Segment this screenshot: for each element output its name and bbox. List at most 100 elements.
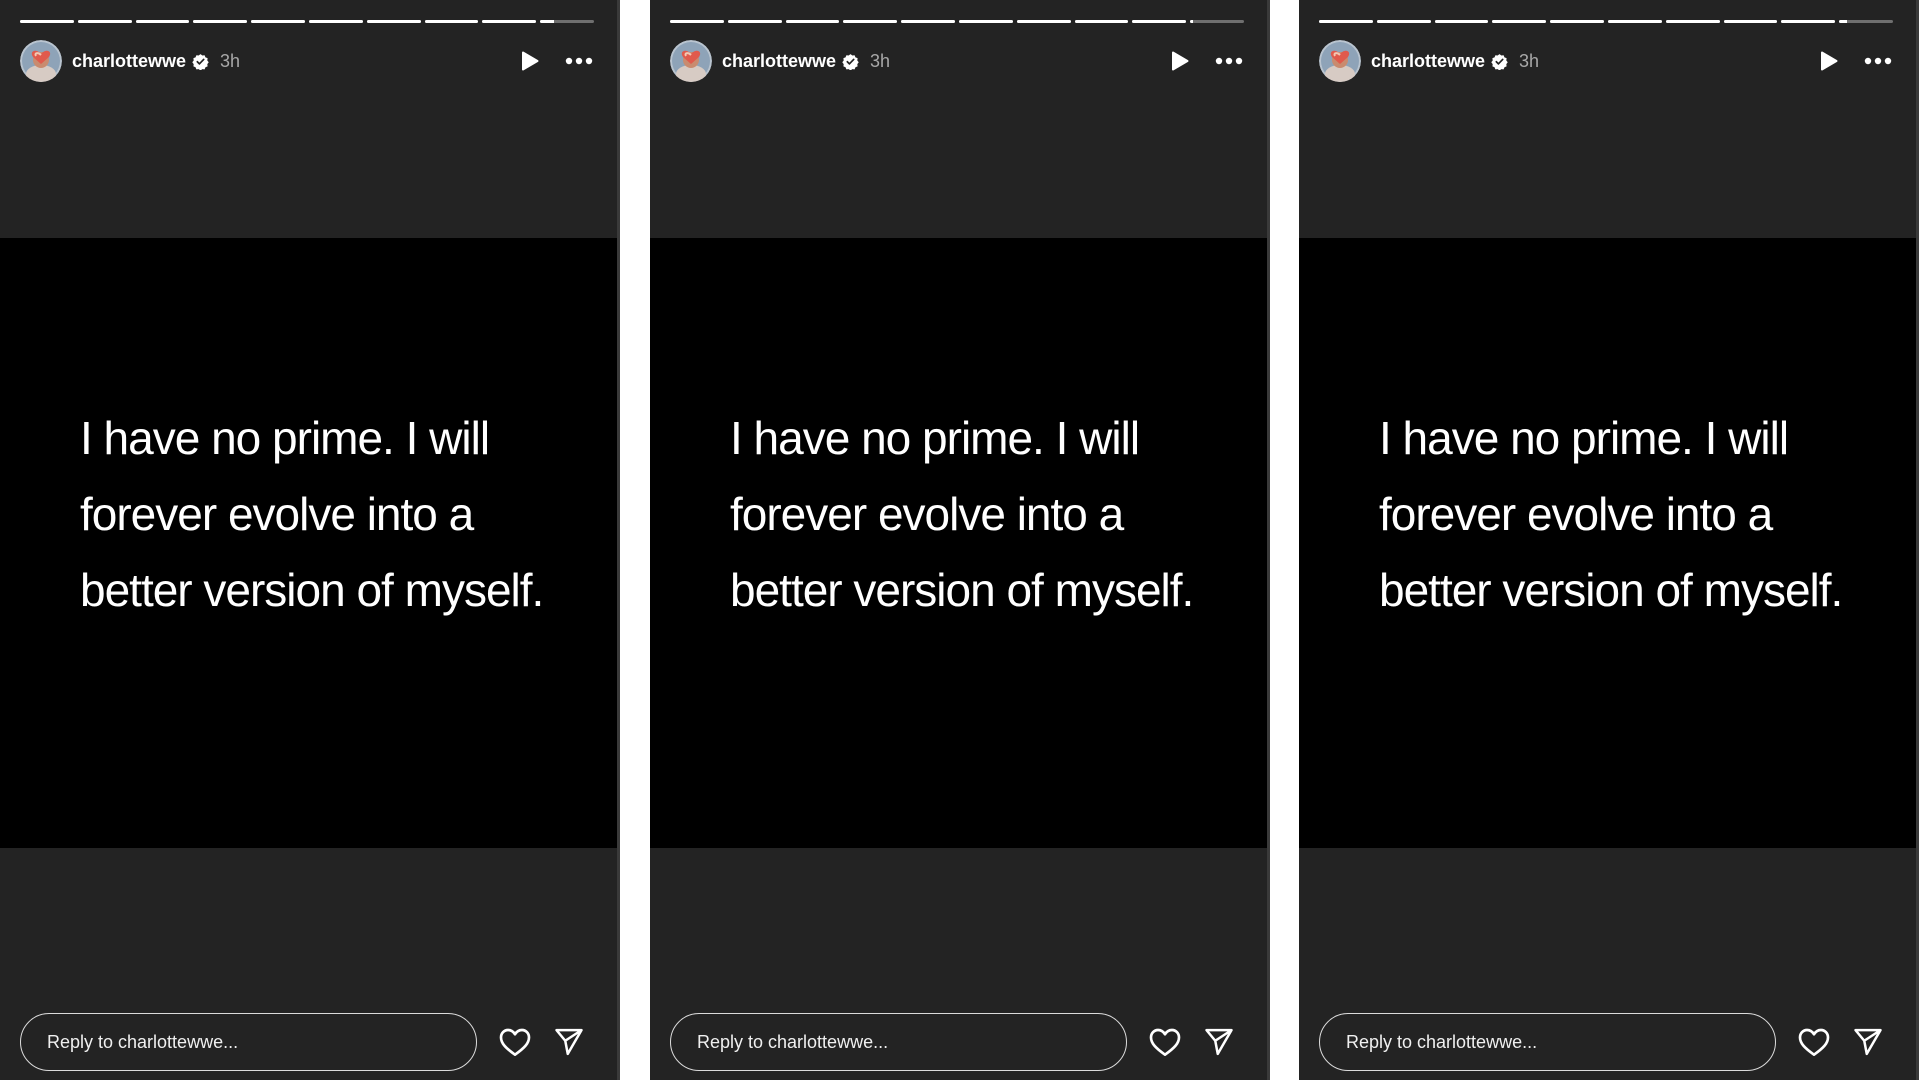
username[interactable]: charlottewwe (1371, 51, 1485, 72)
play-button[interactable] (1817, 49, 1841, 73)
progress-segment (424, 20, 479, 23)
progress-segment-fill (366, 20, 421, 23)
progress-segment (727, 20, 782, 23)
progress-segment (1723, 20, 1778, 23)
story-media[interactable]: I have no prime. I will forever evolve i… (0, 238, 617, 848)
story-panel-1[interactable]: charlottewwe 3h I have no prime. I will … (0, 0, 620, 1080)
play-button[interactable] (1168, 49, 1192, 73)
more-options-button[interactable] (564, 49, 594, 73)
share-button[interactable] (551, 1024, 587, 1060)
progress-segment-fill (77, 20, 132, 23)
progress-segment (251, 20, 305, 23)
avatar[interactable] (20, 40, 62, 82)
play-icon (522, 51, 539, 71)
progress-segment-fill (1319, 20, 1373, 23)
progress-segment (308, 20, 363, 23)
more-options-icon (565, 57, 593, 65)
progress-segment-fill (1550, 20, 1604, 23)
more-options-button[interactable] (1863, 49, 1893, 73)
story-footer (670, 1012, 1244, 1072)
progress-segment (366, 20, 421, 23)
progress-segment (1665, 20, 1720, 23)
like-button[interactable] (1147, 1024, 1183, 1060)
progress-segment (1839, 20, 1893, 23)
story-viewer-comparison: charlottewwe 3h I have no prime. I will … (0, 0, 1920, 1080)
username[interactable]: charlottewwe (72, 51, 186, 72)
progress-segment-fill (1190, 20, 1193, 23)
progress-segment (20, 20, 74, 23)
reply-input[interactable] (670, 1013, 1127, 1071)
panel-edge (617, 0, 620, 1080)
post-time: 3h (870, 50, 891, 71)
story-progress-bar (20, 20, 594, 23)
post-time: 3h (1519, 50, 1540, 71)
story-footer (1319, 1012, 1893, 1072)
progress-segment (1781, 20, 1836, 23)
progress-segment-fill (424, 20, 479, 23)
reply-input[interactable] (20, 1013, 477, 1071)
story-text: I have no prime. I will forever evolve i… (730, 412, 1194, 616)
progress-segment (670, 20, 724, 23)
story-header: charlottewwe 3h (1319, 39, 1893, 83)
avatar[interactable] (1319, 40, 1361, 82)
username[interactable]: charlottewwe (722, 51, 836, 72)
story-header: charlottewwe 3h (670, 39, 1244, 83)
heart-icon (1798, 1028, 1830, 1056)
more-options-button[interactable] (1214, 49, 1244, 73)
progress-segment-fill (1376, 20, 1431, 23)
progress-segment-fill (251, 20, 305, 23)
send-icon (1205, 1028, 1233, 1056)
progress-segment-fill (1607, 20, 1662, 23)
share-button[interactable] (1201, 1024, 1237, 1060)
share-button[interactable] (1850, 1024, 1886, 1060)
progress-segment-fill (843, 20, 898, 23)
more-options-icon (1215, 57, 1243, 65)
progress-segment (1607, 20, 1662, 23)
reply-input[interactable] (1319, 1013, 1776, 1071)
play-button[interactable] (518, 49, 542, 73)
progress-segment (77, 20, 132, 23)
progress-segment-fill (1132, 20, 1187, 23)
progress-segment-fill (193, 20, 248, 23)
send-icon (555, 1028, 583, 1056)
progress-segment-fill (1839, 20, 1848, 23)
more-options-icon (1864, 57, 1892, 65)
progress-segment-fill (1492, 20, 1547, 23)
story-panel-3[interactable]: charlottewwe 3h I have no prime. I will … (1299, 0, 1919, 1080)
story-media[interactable]: I have no prime. I will forever evolve i… (1299, 238, 1916, 848)
progress-segment (1319, 20, 1373, 23)
progress-segment (1376, 20, 1431, 23)
progress-segment (1016, 20, 1071, 23)
progress-segment-fill (1074, 20, 1129, 23)
progress-segment (1190, 20, 1244, 23)
send-icon (1854, 1028, 1882, 1056)
story-media[interactable]: I have no prime. I will forever evolve i… (650, 238, 1267, 848)
progress-segment (482, 20, 537, 23)
progress-segment (1434, 20, 1489, 23)
story-footer (20, 1012, 594, 1072)
progress-segment-fill (901, 20, 955, 23)
story-progress-bar (1319, 20, 1893, 23)
progress-segment (901, 20, 955, 23)
like-button[interactable] (1796, 1024, 1832, 1060)
like-button[interactable] (497, 1024, 533, 1060)
panel-edge (1916, 0, 1919, 1080)
progress-segment (193, 20, 248, 23)
story-text: I have no prime. I will forever evolve i… (1379, 412, 1843, 616)
progress-segment-fill (1016, 20, 1071, 23)
story-panel-2[interactable]: charlottewwe 3h I have no prime. I will … (650, 0, 1270, 1080)
progress-segment-fill (958, 20, 1013, 23)
progress-segment-fill (308, 20, 363, 23)
progress-segment (1492, 20, 1547, 23)
avatar[interactable] (670, 40, 712, 82)
progress-segment (540, 20, 594, 23)
progress-segment-fill (1665, 20, 1720, 23)
progress-segment-fill (785, 20, 840, 23)
progress-segment-fill (670, 20, 724, 23)
progress-segment (785, 20, 840, 23)
heart-hands-avatar-icon (670, 40, 712, 82)
progress-segment-fill (20, 20, 74, 23)
progress-segment-fill (482, 20, 537, 23)
story-header: charlottewwe 3h (20, 39, 594, 83)
play-icon (1172, 51, 1189, 71)
